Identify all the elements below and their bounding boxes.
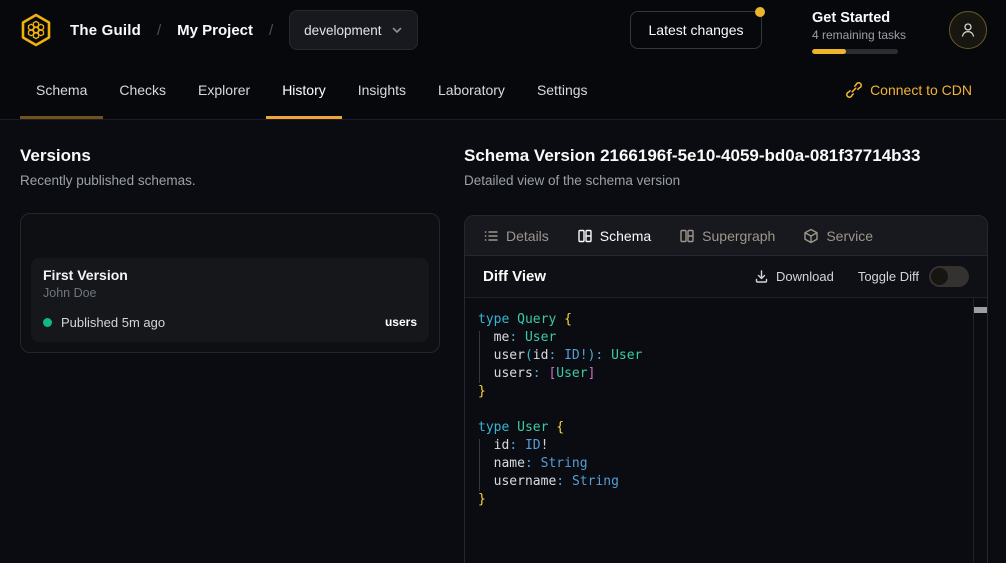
schema-version-title: Schema Version 2166196f-5e10-4059-bd0a-0… <box>464 146 920 166</box>
list-icon <box>483 228 499 244</box>
code-line: type User { <box>478 419 642 437</box>
code-line: user(id: ID!): User <box>478 347 642 365</box>
chevron-down-icon <box>391 24 403 36</box>
toggle-diff-label: Toggle Diff <box>858 269 919 284</box>
code-line: name: String <box>478 455 642 473</box>
code-line: id: ID! <box>478 437 642 455</box>
tab-service[interactable]: Service <box>803 228 873 244</box>
tab-details[interactable]: Details <box>483 228 549 244</box>
schema-version-card: Details Schema <box>464 215 988 563</box>
indent-guide <box>479 439 480 491</box>
nav-tab-insights[interactable]: Insights <box>342 60 422 119</box>
indent-guide <box>479 331 480 383</box>
code-line: me: User <box>478 329 642 347</box>
get-started-title: Get Started <box>812 10 908 26</box>
breadcrumb-separator: / <box>157 22 161 39</box>
project-nav: Schema Checks Explorer History Insights … <box>0 60 1006 120</box>
tab-underline <box>266 116 342 119</box>
download-label: Download <box>776 269 834 284</box>
code-line: username: String <box>478 473 642 491</box>
breadcrumb: The Guild / My Project / development <box>18 0 418 60</box>
breadcrumb-separator: / <box>269 22 273 39</box>
tab-supergraph[interactable]: Supergraph <box>679 228 775 244</box>
versions-subtitle: Recently published schemas. <box>20 173 196 188</box>
nav-tab-laboratory[interactable]: Laboratory <box>422 60 521 119</box>
tab-schema[interactable]: Schema <box>577 228 651 244</box>
version-name: First Version <box>43 267 128 283</box>
connect-to-cdn-label: Connect to CDN <box>870 82 972 98</box>
top-header: The Guild / My Project / development Lat… <box>0 0 1006 60</box>
code-line <box>478 401 642 419</box>
download-icon <box>754 269 769 284</box>
version-list-item[interactable]: First Version John Doe Published 5m ago … <box>31 258 429 342</box>
project-name[interactable]: My Project <box>177 22 253 39</box>
editor-scrollbar[interactable] <box>973 298 987 563</box>
link-icon <box>846 82 862 98</box>
environment-selector-value: development <box>304 23 381 38</box>
version-author: John Doe <box>43 286 97 300</box>
cube-icon <box>803 228 819 244</box>
code-line: } <box>478 491 642 509</box>
code-line: users: [User] <box>478 365 642 383</box>
app-root: The Guild / My Project / development Lat… <box>0 0 1006 563</box>
version-service-badge: users <box>385 315 417 329</box>
columns-icon <box>577 228 593 244</box>
person-icon <box>959 21 977 39</box>
schema-version-subtitle: Detailed view of the schema version <box>464 173 680 188</box>
org-name[interactable]: The Guild <box>70 22 141 39</box>
code-line: } <box>478 383 642 401</box>
version-status-label: Published 5m ago <box>61 315 165 330</box>
nav-tab-schema[interactable]: Schema <box>20 60 103 119</box>
guild-logo-icon[interactable] <box>18 12 54 48</box>
columns-icon <box>679 228 695 244</box>
version-status: Published 5m ago <box>43 315 165 330</box>
latest-changes-label: Latest changes <box>649 22 744 38</box>
nav-tab-explorer[interactable]: Explorer <box>182 60 266 119</box>
versions-title: Versions <box>20 146 91 166</box>
editor-scrollbar-thumb[interactable] <box>974 307 987 313</box>
download-button[interactable]: Download <box>754 269 834 284</box>
environment-selector[interactable]: development <box>289 10 418 50</box>
schema-code: type Query { me: User user(id: ID!): Use… <box>478 311 642 509</box>
diff-view-title: Diff View <box>483 268 546 285</box>
connect-to-cdn-link[interactable]: Connect to CDN <box>846 60 972 119</box>
versions-list-card: First Version John Doe Published 5m ago … <box>20 213 440 353</box>
tab-underline <box>20 116 103 119</box>
nav-tab-history[interactable]: History <box>266 60 342 119</box>
notification-dot <box>755 7 765 17</box>
latest-changes-button[interactable]: Latest changes <box>630 11 762 49</box>
published-status-dot <box>43 318 52 327</box>
get-started-progress <box>812 49 898 54</box>
nav-tab-checks[interactable]: Checks <box>103 60 182 119</box>
detail-tabs: Details Schema <box>465 216 987 256</box>
get-started-widget[interactable]: Get Started 4 remaining tasks <box>812 10 908 54</box>
toggle-knob <box>931 268 948 285</box>
code-line: type Query { <box>478 311 642 329</box>
diff-view-header: Diff View Download Toggle Diff <box>465 256 987 298</box>
user-avatar[interactable] <box>949 11 987 49</box>
get-started-subtitle: 4 remaining tasks <box>812 28 908 42</box>
schema-code-editor[interactable]: type Query { me: User user(id: ID!): Use… <box>465 298 987 563</box>
nav-tab-settings[interactable]: Settings <box>521 60 604 119</box>
get-started-progress-fill <box>812 49 846 54</box>
toggle-diff-switch[interactable] <box>929 266 969 287</box>
